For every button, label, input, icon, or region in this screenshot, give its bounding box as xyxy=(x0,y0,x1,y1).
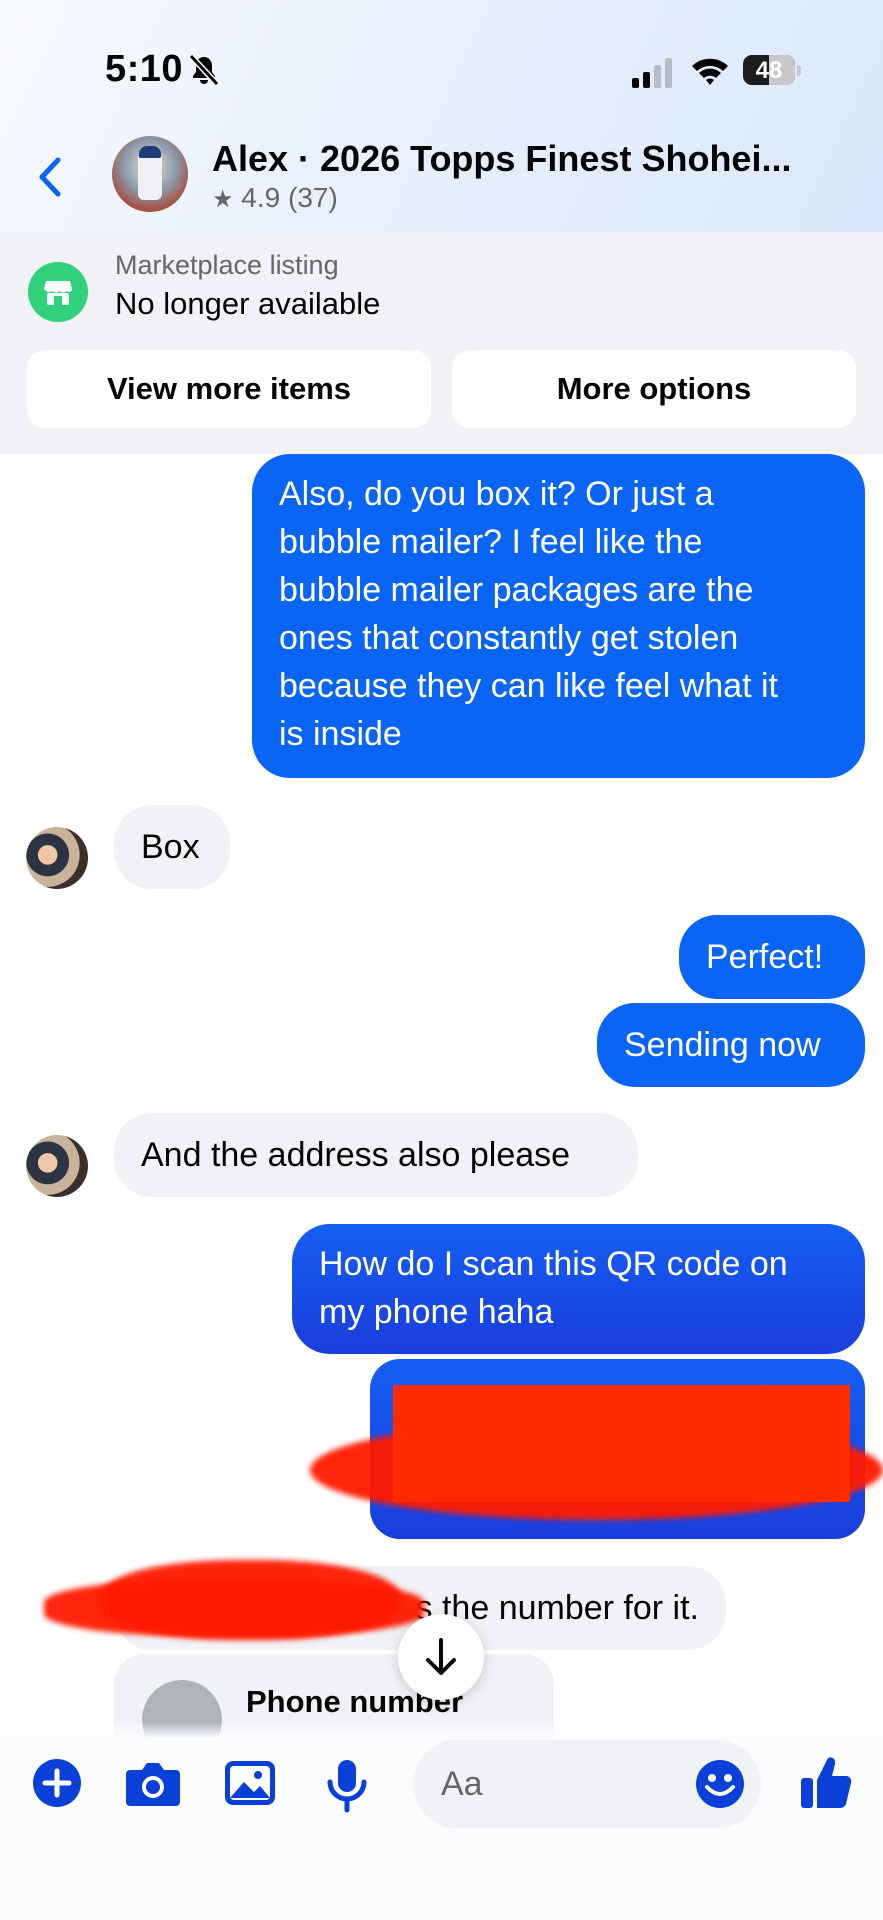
seller-rating: ★ 4.9 (37) xyxy=(212,182,338,214)
emoji-icon[interactable] xyxy=(695,1759,745,1809)
message-incoming[interactable]: And the address also please xyxy=(114,1113,638,1197)
wifi-icon xyxy=(692,58,728,85)
gallery-icon[interactable] xyxy=(224,1758,276,1808)
sender-avatar[interactable] xyxy=(26,827,88,889)
battery-indicator: 48 xyxy=(743,55,803,87)
redaction-block xyxy=(393,1385,850,1502)
sender-avatar[interactable] xyxy=(26,1135,88,1197)
conversation-title[interactable]: Alex · 2026 Topps Finest Shohei... xyxy=(212,138,791,180)
signal-icon xyxy=(632,58,672,88)
message-outgoing[interactable]: Perfect! xyxy=(679,915,865,999)
listing-label: Marketplace listing xyxy=(115,250,339,280)
scroll-to-bottom-button[interactable] xyxy=(398,1614,484,1700)
status-bar: 5:10 48 xyxy=(0,0,883,130)
thumbs-up-icon[interactable] xyxy=(800,1754,852,1810)
back-icon[interactable] xyxy=(32,152,68,202)
rating-value: 4.9 (37) xyxy=(241,182,338,213)
message-incoming[interactable]: Box xyxy=(114,805,230,889)
message-composer xyxy=(0,1722,883,1920)
arrow-down-icon xyxy=(426,1638,456,1675)
status-time: 5:10 xyxy=(105,48,184,90)
star-icon: ★ xyxy=(212,186,234,213)
plus-icon[interactable] xyxy=(32,1758,82,1808)
mic-icon[interactable] xyxy=(326,1758,368,1814)
conversation-header: Alex · 2026 Topps Finest Shohei... ★ 4.9… xyxy=(0,130,883,232)
message-outgoing[interactable]: How do I scan this QR code on my phone h… xyxy=(292,1224,865,1354)
message-outgoing[interactable]: Sending now xyxy=(597,1003,865,1087)
listing-status: No longer available xyxy=(115,286,381,321)
view-more-items-button[interactable]: View more items xyxy=(27,350,431,428)
seller-avatar[interactable] xyxy=(112,136,188,212)
store-icon xyxy=(28,262,88,322)
marketplace-listing-panel: Marketplace listing No longer available … xyxy=(0,232,883,454)
camera-icon[interactable] xyxy=(125,1758,181,1808)
more-options-button[interactable]: More options xyxy=(452,350,856,428)
redaction-mark xyxy=(100,1560,400,1640)
bell-muted-icon xyxy=(188,53,220,87)
message-outgoing[interactable]: Also, do you box it? Or just a bubble ma… xyxy=(252,454,865,778)
battery-percent: 48 xyxy=(755,57,783,84)
